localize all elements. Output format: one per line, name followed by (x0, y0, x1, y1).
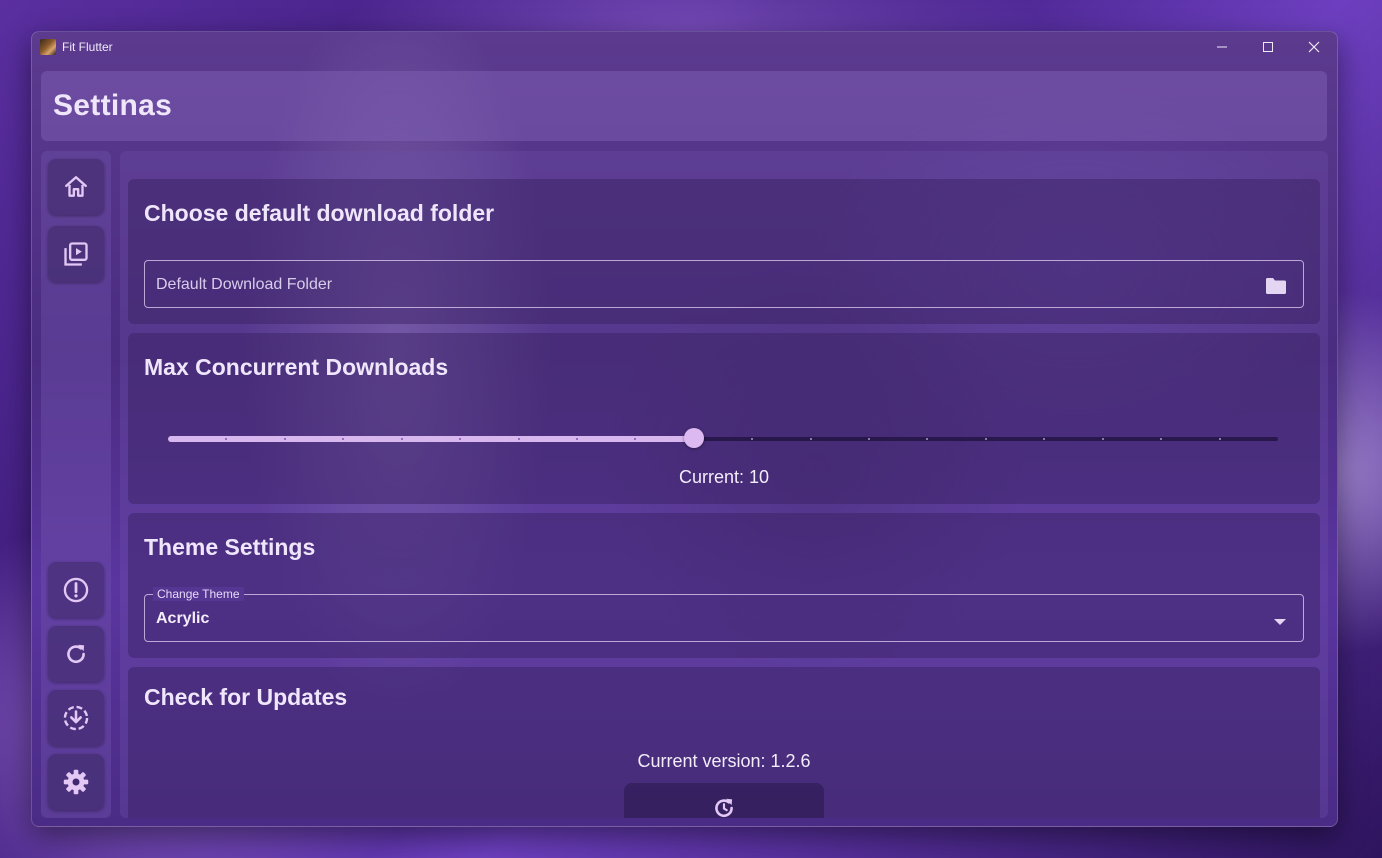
slider-active-track (168, 436, 694, 442)
maximize-icon (1263, 42, 1273, 52)
slider-tick (984, 438, 987, 440)
theme-settings-card: Theme Settings Change Theme Acrylic (128, 513, 1320, 658)
sidebar-item-downloads[interactable] (48, 690, 104, 746)
concurrent-downloads-card: Max Concurrent Downloads Current: 10 (128, 333, 1320, 504)
folder-icon (1266, 278, 1286, 294)
page-header: Settinas (41, 71, 1327, 141)
browse-folder-button[interactable] (1265, 277, 1287, 300)
app-window: Fit Flutter Settinas Choose default down… (31, 31, 1338, 827)
updates-title: Check for Updates (144, 684, 348, 710)
current-version-label: Current version: 1.2.6 (637, 751, 811, 771)
sidebar-item-refresh[interactable] (48, 626, 104, 682)
close-icon (1308, 41, 1320, 53)
slider-tick (1160, 438, 1163, 440)
slider-tick (283, 438, 286, 440)
sidebar-item-library[interactable] (48, 226, 104, 282)
slider-tick (517, 438, 520, 440)
title-bar[interactable]: Fit Flutter (32, 32, 1337, 62)
check-updates-button[interactable] (624, 783, 824, 818)
updates-card: Check for Updates Current version: 1.2.6 (128, 667, 1320, 818)
slider-tick (868, 438, 871, 440)
close-button[interactable] (1291, 32, 1337, 62)
slider-tick (1043, 438, 1046, 440)
theme-selected-value: Acrylic (156, 610, 210, 627)
settings-content[interactable]: Choose default download folder Default D… (120, 151, 1328, 818)
slider-tick (926, 438, 929, 440)
minimize-button[interactable] (1199, 32, 1245, 62)
page-title: Settinas (53, 89, 173, 122)
update-icon (715, 798, 733, 818)
theme-field-label: Change Theme (153, 587, 244, 601)
alert-icon (63, 577, 89, 603)
sidebar (41, 151, 111, 818)
download-folder-placeholder: Default Download Folder (156, 276, 333, 293)
concurrent-current-label: Current: 10 (678, 467, 770, 487)
slider-tick (1101, 438, 1104, 440)
download-folder-title: Choose default download folder (144, 200, 495, 226)
slider-tick (400, 438, 403, 440)
sidebar-item-alerts[interactable] (48, 562, 104, 618)
theme-dropdown[interactable]: Change Theme Acrylic (144, 587, 1304, 642)
minimize-icon (1217, 46, 1227, 48)
slider-tick (751, 438, 754, 440)
theme-settings-title: Theme Settings (144, 534, 316, 560)
sidebar-item-home[interactable] (48, 159, 104, 215)
download-circle-icon (63, 705, 89, 731)
video-library-icon (64, 242, 88, 266)
concurrent-downloads-title: Max Concurrent Downloads (144, 354, 449, 380)
slider-tick (809, 438, 812, 440)
dropdown-arrow-icon (1274, 619, 1286, 625)
slider-thumb[interactable] (683, 428, 704, 448)
app-logo-icon (40, 39, 56, 55)
sidebar-item-settings[interactable] (48, 754, 104, 810)
gear-icon (63, 769, 89, 795)
maximize-button[interactable] (1245, 32, 1291, 62)
slider-tick (1218, 438, 1221, 440)
concurrent-downloads-slider[interactable] (168, 428, 1278, 448)
theme-dropdown-toggle[interactable] (1273, 613, 1287, 631)
home-icon (65, 176, 87, 197)
window-title: Fit Flutter (62, 40, 113, 54)
slider-tick (575, 438, 578, 440)
download-folder-field[interactable]: Default Download Folder (144, 260, 1304, 308)
download-folder-card: Choose default download folder Default D… (128, 179, 1320, 324)
refresh-icon (67, 644, 85, 664)
